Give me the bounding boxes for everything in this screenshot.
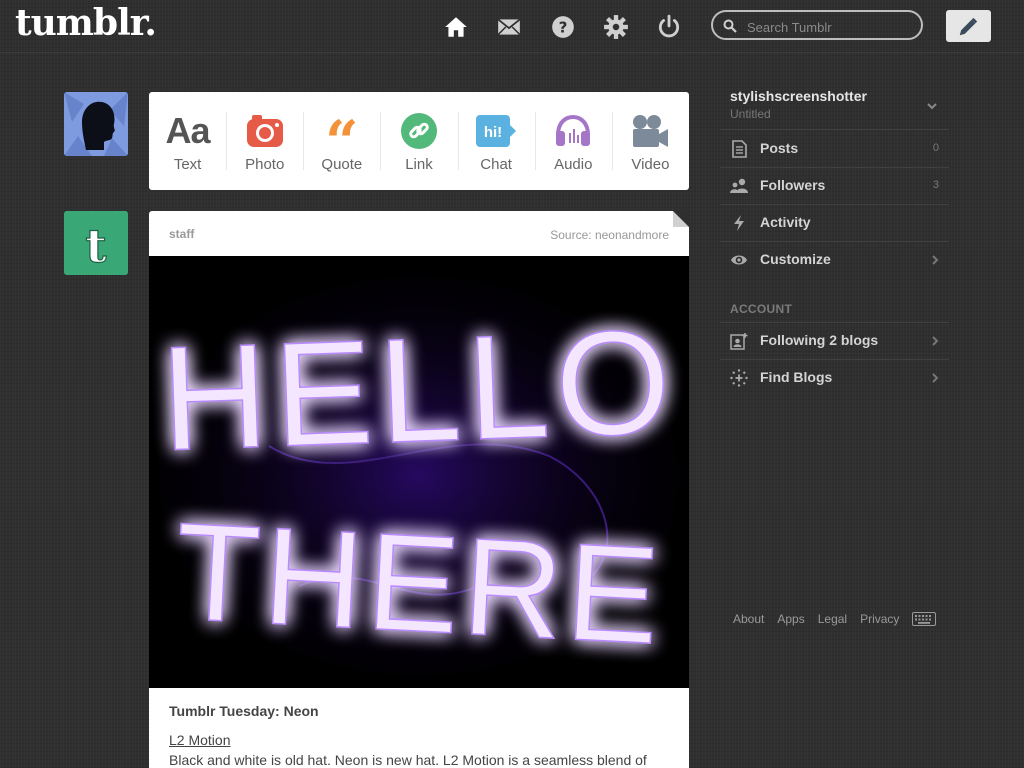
chevron-right-icon <box>932 373 939 383</box>
post-author[interactable]: staff <box>169 227 194 241</box>
post-type-bar: Aa Text Photo “ Quote Link hi! Chat Audi… <box>149 92 689 190</box>
text-icon: Aa <box>165 110 211 151</box>
chevron-down-icon[interactable] <box>926 100 938 112</box>
post-type-quote[interactable]: “ Quote <box>303 92 380 190</box>
footer-links: About Apps Legal Privacy <box>733 612 937 626</box>
neon-line-1: HELLO <box>158 299 679 482</box>
sidebar-item-following[interactable]: Following 2 blogs <box>720 323 949 359</box>
followers-count: 3 <box>932 179 939 191</box>
post-type-text[interactable]: Aa Text <box>149 92 226 190</box>
help-icon[interactable]: ? <box>550 14 576 40</box>
post-type-label: Quote <box>321 156 363 173</box>
tumblr-logo[interactable]: tumblr. <box>15 2 157 44</box>
home-icon[interactable] <box>443 14 469 40</box>
post-type-audio[interactable]: Audio <box>534 92 612 190</box>
post-corner-fold[interactable] <box>673 211 689 227</box>
blog-name[interactable]: stylishscreenshotter <box>730 88 867 104</box>
footer-legal-link[interactable]: Legal <box>818 612 847 626</box>
sidebar-item-find-blogs[interactable]: Find Blogs <box>720 360 949 396</box>
post-source[interactable]: Source: neonandmore <box>550 228 669 242</box>
keyboard-icon[interactable] <box>912 612 937 626</box>
sidebar-item-label: Posts <box>760 140 799 156</box>
post-type-label: Text <box>173 156 202 173</box>
video-camera-icon <box>633 115 669 147</box>
post-type-photo[interactable]: Photo <box>226 92 303 190</box>
post-type-label: Link <box>405 156 433 173</box>
pencil-icon <box>959 17 978 36</box>
post-body-text: Black and white is old hat. Neon is new … <box>169 752 647 768</box>
post-type-link[interactable]: Link <box>380 92 457 190</box>
post-link[interactable]: L2 Motion <box>169 732 230 748</box>
footer-privacy-link[interactable]: Privacy <box>860 612 899 626</box>
post-photo[interactable]: HELLO THERE <box>149 256 689 688</box>
find-blogs-icon <box>730 369 748 387</box>
post-type-video[interactable]: Video <box>611 92 689 190</box>
sidebar-item-customize[interactable]: Customize <box>720 242 949 278</box>
posts-icon <box>732 140 747 158</box>
sidebar-item-label: Following 2 blogs <box>760 332 879 348</box>
footer-about-link[interactable]: About <box>733 612 764 626</box>
chevron-right-icon <box>932 255 939 265</box>
chevron-right-icon <box>932 336 939 346</box>
sidebar-item-posts[interactable]: Posts 0 <box>720 131 949 167</box>
footer-apps-link[interactable]: Apps <box>777 612 804 626</box>
sidebar-item-label: Activity <box>760 214 811 230</box>
post-type-label: Audio <box>554 156 593 173</box>
following-icon <box>730 333 748 350</box>
eye-icon <box>731 255 747 265</box>
blog-subtitle: Untitled <box>730 107 771 121</box>
gear-icon[interactable] <box>603 14 629 40</box>
search-input[interactable] <box>745 16 919 38</box>
power-icon[interactable] <box>656 14 682 40</box>
post-type-label: Photo <box>245 156 285 173</box>
headphones-icon <box>556 114 591 146</box>
posts-count: 0 <box>932 142 939 154</box>
followers-icon <box>730 178 748 193</box>
sidebar-divider <box>720 129 949 130</box>
neon-line-2: THERE <box>172 494 667 673</box>
post-type-chat[interactable]: hi! Chat <box>457 92 535 190</box>
camera-icon <box>246 115 283 147</box>
sidebar-item-followers[interactable]: Followers 3 <box>720 168 949 204</box>
post-title: Tumblr Tuesday: Neon <box>169 703 319 719</box>
user-avatar[interactable] <box>64 92 128 156</box>
post-type-label: Chat <box>480 156 512 173</box>
sidebar-item-label: Followers <box>760 177 826 193</box>
sidebar-item-activity[interactable]: Activity <box>720 205 949 241</box>
chat-icon: hi! <box>476 115 517 147</box>
dashboard-post: staff Source: neonandmore HELLO THERE Tu… <box>149 211 689 768</box>
sidebar-item-label: Customize <box>760 251 831 267</box>
search-icon <box>723 19 737 33</box>
mail-icon[interactable] <box>496 14 522 40</box>
search-box[interactable] <box>711 10 923 40</box>
account-section-header: ACCOUNT <box>730 302 793 316</box>
staff-avatar[interactable]: t <box>64 211 128 275</box>
activity-icon <box>734 215 744 231</box>
top-navbar: tumblr. ? <box>0 0 1024 53</box>
compose-button[interactable] <box>946 10 991 42</box>
svg-text:?: ? <box>559 18 568 36</box>
sidebar-item-label: Find Blogs <box>760 369 833 385</box>
svg-text:hi!: hi! <box>484 124 502 141</box>
post-type-label: Video <box>631 156 670 173</box>
link-icon <box>400 113 437 149</box>
svg-text:t: t <box>85 219 107 273</box>
